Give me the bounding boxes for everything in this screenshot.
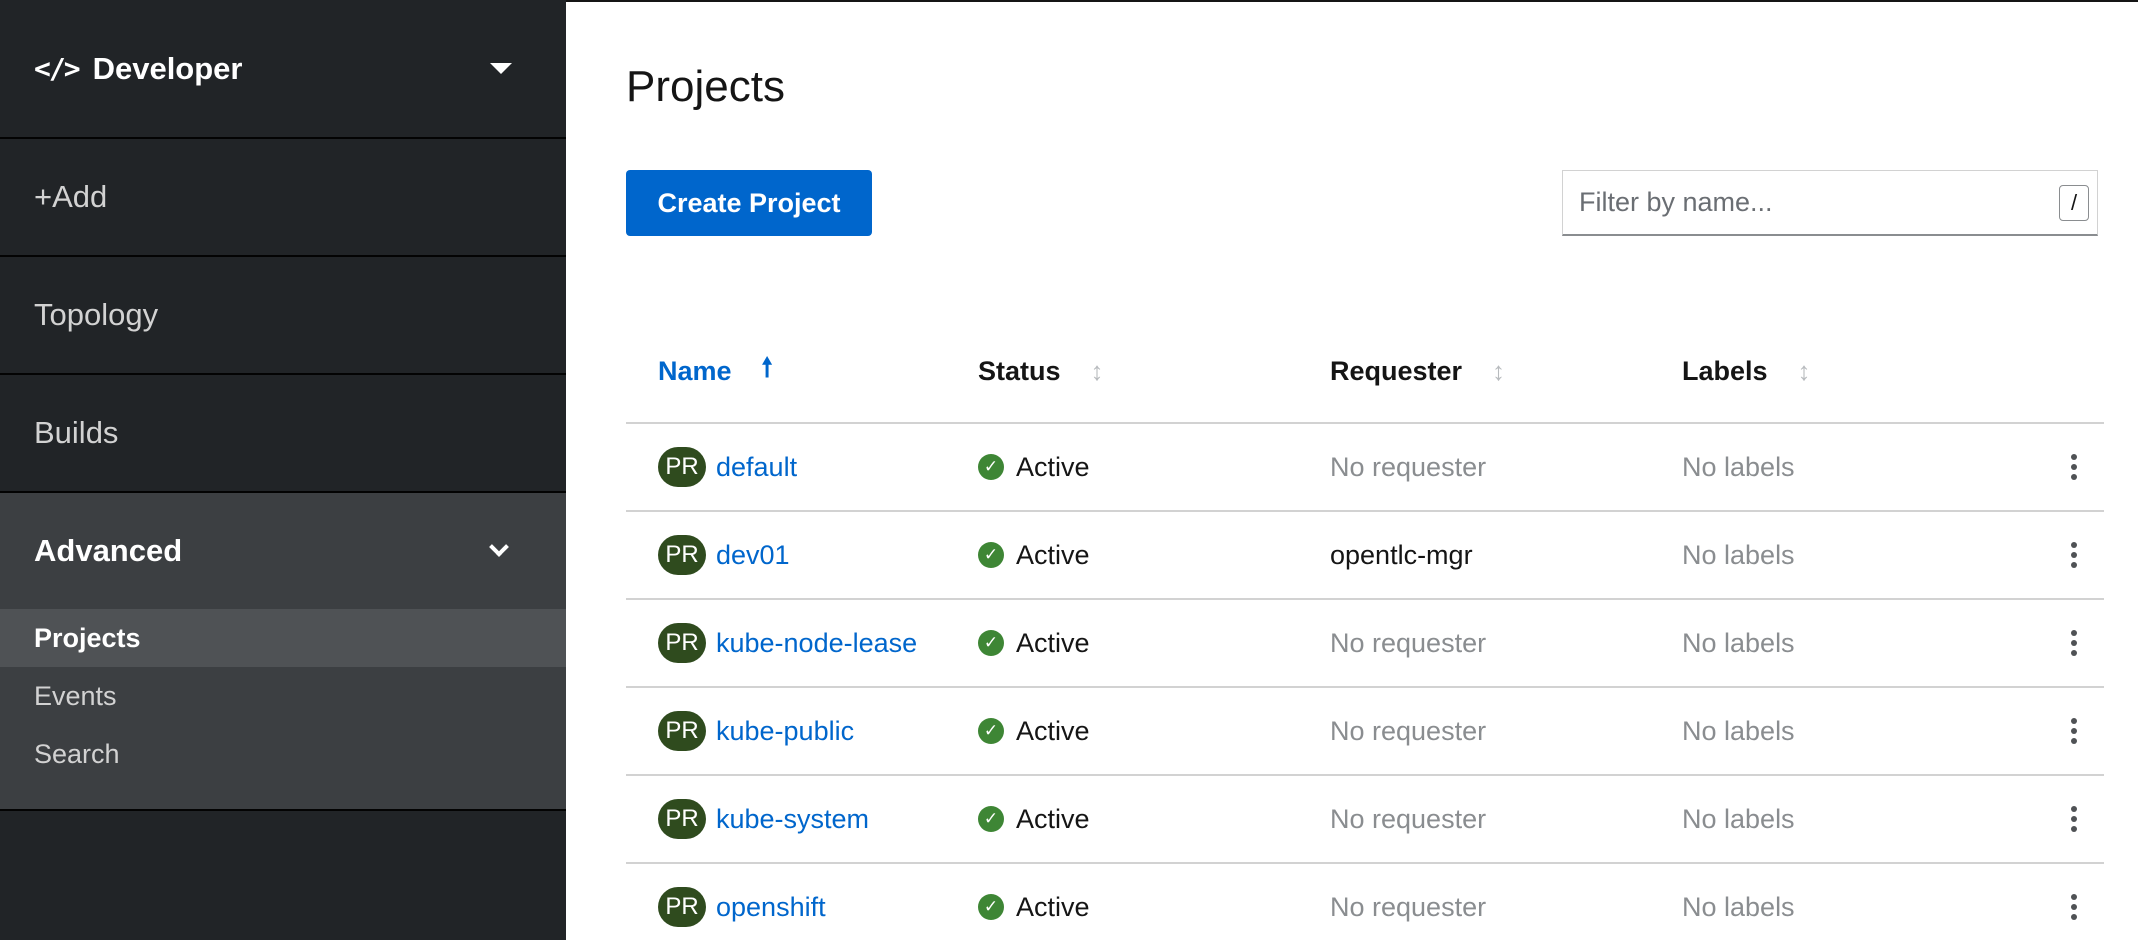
project-badge: PR: [658, 887, 706, 927]
column-header-name[interactable]: Name 🠕: [626, 349, 978, 393]
nav-item-builds[interactable]: Builds: [0, 375, 566, 493]
kebab-menu-icon[interactable]: [2065, 888, 2083, 926]
chevron-down-icon: [489, 537, 509, 557]
project-badge: PR: [658, 535, 706, 575]
project-badge: PR: [658, 711, 706, 751]
project-badge: PR: [658, 447, 706, 487]
sidebar: </> Developer +Add Topology Builds Advan…: [0, 0, 566, 940]
column-header-label: Status: [978, 355, 1061, 386]
labels-cell: No labels: [1682, 803, 1795, 834]
main-content: Projects Create Project / Name 🠕 Status …: [566, 0, 2138, 940]
table-row: PR dev01 ✓ Active opentlc-mgr No labels: [626, 512, 2104, 600]
status-text: Active: [1016, 539, 1090, 570]
status-text: Active: [1016, 715, 1090, 746]
requester-cell: No requester: [1330, 715, 1487, 746]
check-circle-icon: ✓: [978, 454, 1004, 480]
status-text: Active: [1016, 451, 1090, 482]
project-badge: PR: [658, 799, 706, 839]
nav-section-advanced-toggle[interactable]: Advanced: [0, 493, 566, 609]
nav-item-topology[interactable]: Topology: [0, 257, 566, 375]
check-circle-icon: ✓: [978, 718, 1004, 744]
labels-cell: No labels: [1682, 539, 1795, 570]
sort-icon: ↕: [1492, 355, 1506, 386]
table-row: PR kube-node-lease ✓ Active No requester…: [626, 600, 2104, 688]
requester-cell: No requester: [1330, 891, 1487, 922]
sort-icon: ↕: [1090, 355, 1104, 386]
check-circle-icon: ✓: [978, 894, 1004, 920]
caret-down-icon: [490, 63, 512, 74]
nav-subitem-search[interactable]: Search: [0, 725, 566, 783]
kebab-menu-icon[interactable]: [2065, 712, 2083, 750]
sort-ascending-icon: 🠕: [761, 352, 773, 382]
nav-item-add[interactable]: +Add: [0, 139, 566, 257]
table-header: Name 🠕 Status ↕ Requester ↕ Labels ↕: [626, 320, 2104, 424]
create-project-button[interactable]: Create Project: [626, 170, 872, 236]
column-header-requester[interactable]: Requester ↕: [1330, 356, 1682, 387]
nav-subitem-events[interactable]: Events: [0, 667, 566, 725]
project-name-link[interactable]: default: [716, 452, 797, 483]
project-name-link[interactable]: openshift: [716, 892, 826, 923]
column-header-label: Name: [658, 355, 732, 386]
status-text: Active: [1016, 627, 1090, 658]
kebab-menu-icon[interactable]: [2065, 624, 2083, 662]
status-text: Active: [1016, 891, 1090, 922]
requester-cell: No requester: [1330, 803, 1487, 834]
column-header-label: Labels: [1682, 355, 1768, 386]
project-name-link[interactable]: kube-public: [716, 716, 854, 747]
filter-box: /: [1562, 170, 2098, 236]
column-header-status[interactable]: Status ↕: [978, 356, 1330, 387]
kebab-menu-icon[interactable]: [2065, 448, 2083, 486]
nav-item-label: Topology: [34, 297, 159, 332]
column-header-labels[interactable]: Labels ↕: [1682, 356, 2044, 387]
keyboard-shortcut-hint: /: [2059, 184, 2089, 221]
labels-cell: No labels: [1682, 627, 1795, 658]
requester-cell: No requester: [1330, 627, 1487, 658]
requester-cell: No requester: [1330, 451, 1487, 482]
nav-section-label: Advanced: [34, 533, 183, 568]
project-name-link[interactable]: dev01: [716, 540, 790, 571]
labels-cell: No labels: [1682, 451, 1795, 482]
project-badge: PR: [658, 623, 706, 663]
nav-item-label: Builds: [34, 415, 119, 450]
nav-item-label: +Add: [34, 179, 108, 214]
table-row: PR openshift ✓ Active No requester No la…: [626, 864, 2104, 940]
nav-section-advanced: Advanced Projects Events Search: [0, 493, 566, 811]
sort-icon: ↕: [1797, 355, 1811, 386]
code-icon: </>: [34, 52, 81, 85]
page-title: Projects: [626, 62, 785, 111]
project-name-link[interactable]: kube-system: [716, 804, 869, 835]
labels-cell: No labels: [1682, 891, 1795, 922]
status-text: Active: [1016, 803, 1090, 834]
nav-subitem-projects[interactable]: Projects: [0, 609, 566, 667]
perspective-label: Developer: [92, 50, 243, 86]
table-body: PR default ✓ Active No requester No labe…: [626, 424, 2104, 940]
check-circle-icon: ✓: [978, 630, 1004, 656]
check-circle-icon: ✓: [978, 806, 1004, 832]
project-name-link[interactable]: kube-node-lease: [716, 628, 917, 659]
kebab-menu-icon[interactable]: [2065, 536, 2083, 574]
check-circle-icon: ✓: [978, 542, 1004, 568]
filter-input[interactable]: [1579, 187, 2059, 218]
column-header-label: Requester: [1330, 355, 1463, 386]
perspective-switcher[interactable]: </> Developer: [0, 0, 566, 139]
requester-cell: opentlc-mgr: [1330, 539, 1473, 570]
table-row: PR kube-public ✓ Active No requester No …: [626, 688, 2104, 776]
projects-table: Name 🠕 Status ↕ Requester ↕ Labels ↕ PR …: [626, 320, 2104, 940]
kebab-menu-icon[interactable]: [2065, 800, 2083, 838]
labels-cell: No labels: [1682, 715, 1795, 746]
table-row: PR kube-system ✓ Active No requester No …: [626, 776, 2104, 864]
table-row: PR default ✓ Active No requester No labe…: [626, 424, 2104, 512]
